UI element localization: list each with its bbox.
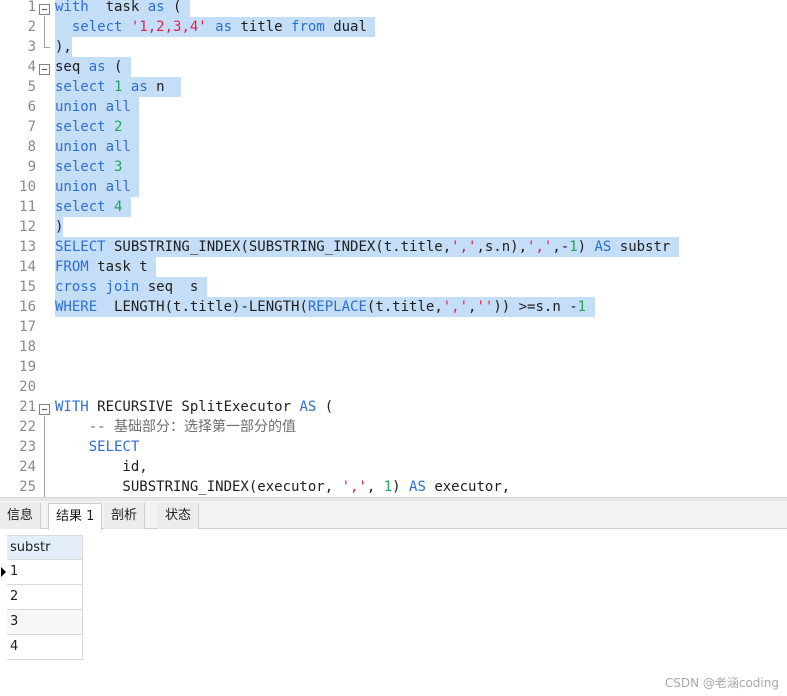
code-line: 9 select 3 bbox=[0, 157, 787, 177]
line-number: 19 bbox=[19, 359, 36, 375]
line-number: 18 bbox=[19, 339, 36, 355]
code-text: FROM task t bbox=[55, 257, 157, 277]
line-number: 14 bbox=[19, 259, 36, 275]
line-number: 20 bbox=[19, 379, 36, 395]
line-number: 4 bbox=[27, 59, 36, 75]
row-indicator bbox=[0, 585, 7, 609]
line-number: 17 bbox=[19, 319, 36, 335]
code-line: 15 cross join seq s bbox=[0, 277, 787, 297]
code-text: select '1,2,3,4' as title from dual bbox=[55, 17, 376, 37]
column-header-substr[interactable]: substr bbox=[7, 535, 83, 560]
line-number: 12 bbox=[19, 219, 36, 235]
code-text: select 4 bbox=[55, 197, 131, 217]
code-line: 1 with task as ( bbox=[0, 0, 787, 17]
table-cell[interactable]: 4 bbox=[7, 635, 83, 660]
code-text: ) bbox=[55, 217, 64, 237]
code-text: union all bbox=[55, 97, 140, 117]
code-text: SUBSTRING_INDEX(executor, ',', 1) AS exe… bbox=[55, 479, 511, 495]
line-number: 11 bbox=[19, 199, 36, 215]
tab-result-1[interactable]: 结果 1 bbox=[48, 503, 103, 530]
code-text: ), bbox=[55, 37, 72, 57]
line-number: 15 bbox=[19, 279, 36, 295]
line-number: 25 bbox=[19, 479, 36, 495]
code-text: select 1 as n bbox=[55, 77, 182, 97]
code-text: select 2 bbox=[55, 117, 140, 137]
line-number: 10 bbox=[19, 179, 36, 195]
code-line: 25 SUBSTRING_INDEX(executor, ',', 1) AS … bbox=[0, 477, 787, 497]
code-line: 23 SELECT bbox=[0, 437, 787, 457]
code-text: WITH RECURSIVE SplitExecutor AS ( bbox=[55, 399, 334, 415]
code-text: SELECT bbox=[88, 439, 140, 455]
line-number: 2 bbox=[27, 19, 36, 35]
code-line: 22 -- 基础部分：选择第一部分的值 bbox=[0, 417, 787, 437]
table-cell[interactable]: 1 bbox=[7, 560, 83, 585]
tab-status[interactable]: 状态 bbox=[158, 503, 200, 529]
code-line: 14 FROM task t bbox=[0, 257, 787, 277]
code-line: 18 bbox=[0, 337, 787, 357]
line-number: 3 bbox=[27, 39, 36, 55]
line-number: 8 bbox=[27, 139, 36, 155]
line-number: 13 bbox=[19, 239, 36, 255]
code-line: 5 select 1 as n bbox=[0, 77, 787, 97]
code-line: 24 id, bbox=[0, 457, 787, 477]
code-line: 20 bbox=[0, 377, 787, 397]
line-number: 22 bbox=[19, 419, 36, 435]
line-number: 9 bbox=[27, 159, 36, 175]
code-text: with task as ( bbox=[55, 0, 190, 17]
row-indicator bbox=[0, 610, 7, 634]
code-line: 2 select '1,2,3,4' as title from dual bbox=[0, 17, 787, 37]
line-number: 7 bbox=[27, 119, 36, 135]
code-line: 17 bbox=[0, 317, 787, 337]
row-indicator bbox=[0, 635, 7, 659]
code-line: 11 select 4 bbox=[0, 197, 787, 217]
code-line: 10 union all bbox=[0, 177, 787, 197]
code-line: 12 ) bbox=[0, 217, 787, 237]
watermark: CSDN @老涵coding bbox=[664, 676, 779, 690]
table-cell[interactable]: 2 bbox=[7, 585, 83, 610]
tab-info[interactable]: 信息 bbox=[0, 503, 42, 529]
code-line: 21 WITH RECURSIVE SplitExecutor AS ( bbox=[0, 397, 787, 417]
code-line: 16 WHERE LENGTH(t.title)-LENGTH(REPLACE(… bbox=[0, 297, 787, 317]
current-row-indicator-icon bbox=[0, 560, 7, 584]
code-line: 6 union all bbox=[0, 97, 787, 117]
sql-editor[interactable]: 1 with task as ( 2 select '1,2,3,4' as t… bbox=[0, 0, 787, 497]
line-number: 16 bbox=[19, 299, 36, 315]
table-cell[interactable]: 3 bbox=[7, 610, 83, 635]
code-text: select 3 bbox=[55, 157, 140, 177]
code-text: -- 基础部分：选择第一部分的值 bbox=[88, 419, 297, 435]
code-text: seq as ( bbox=[55, 57, 131, 77]
code-line: 7 select 2 bbox=[0, 117, 787, 137]
code-text: id, bbox=[55, 459, 148, 475]
line-number: 23 bbox=[19, 439, 36, 455]
result-tabbar: 信息 结果 1 剖析 状态 bbox=[0, 501, 787, 530]
code-line: 4 seq as ( bbox=[0, 57, 787, 77]
tab-profile[interactable]: 剖析 bbox=[104, 503, 146, 529]
line-number: 1 bbox=[27, 0, 36, 15]
code-text: union all bbox=[55, 137, 140, 157]
code-text: cross join seq s bbox=[55, 277, 207, 297]
code-line: 3 ), bbox=[0, 37, 787, 57]
line-number: 24 bbox=[19, 459, 36, 475]
code-text: union all bbox=[55, 177, 140, 197]
code-line: 13 SELECT SUBSTRING_INDEX(SUBSTRING_INDE… bbox=[0, 237, 787, 257]
line-number: 5 bbox=[27, 79, 36, 95]
code-line: 8 union all bbox=[0, 137, 787, 157]
code-line: 19 bbox=[0, 357, 787, 377]
line-number: 6 bbox=[27, 99, 36, 115]
code-text: WHERE LENGTH(t.title)-LENGTH(REPLACE(t.t… bbox=[55, 297, 595, 317]
code-text: SELECT SUBSTRING_INDEX(SUBSTRING_INDEX(t… bbox=[55, 237, 679, 257]
line-number: 21 bbox=[19, 399, 36, 415]
